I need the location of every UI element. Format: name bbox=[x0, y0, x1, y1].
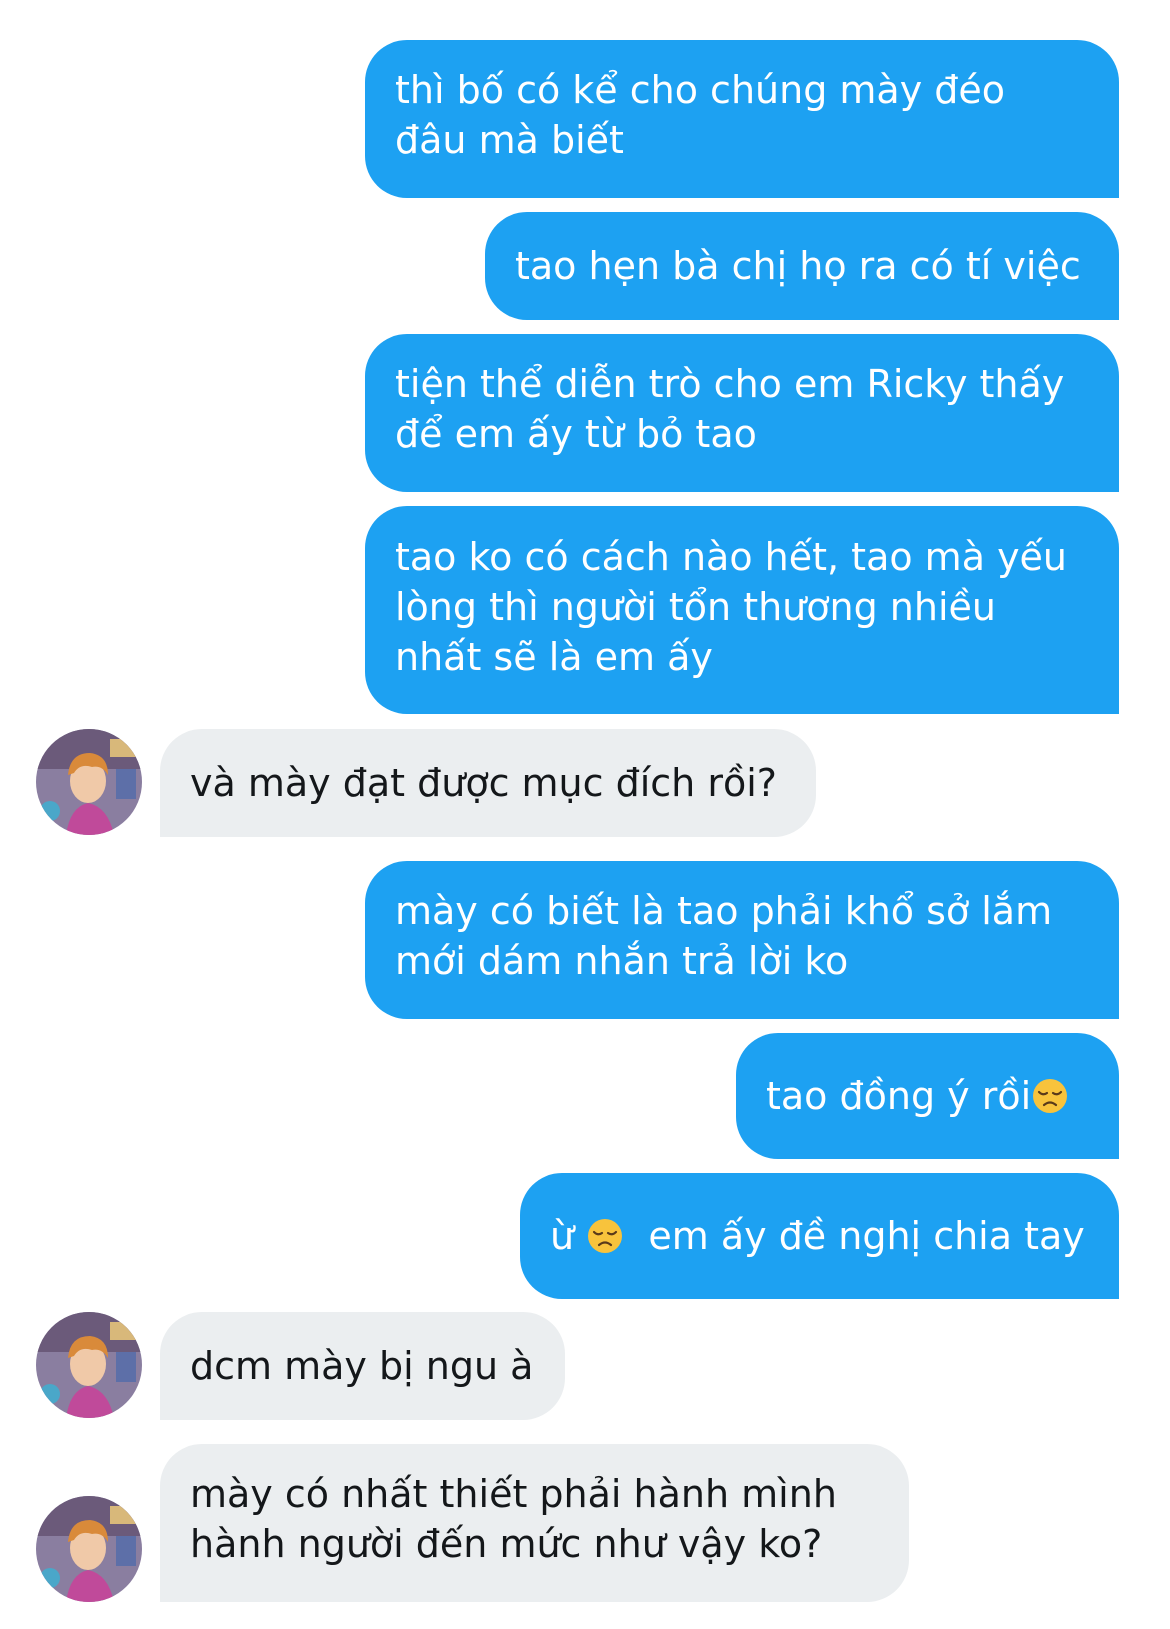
message-line: mày có biết là tao phải khổ sở lắm bbox=[395, 889, 1053, 933]
message-line: nhất sẽ là em ấy bbox=[395, 635, 713, 679]
outgoing-message[interactable]: mày có biết là tao phải khổ sở lắm mới d… bbox=[365, 861, 1119, 1019]
contact-avatar[interactable] bbox=[36, 1496, 142, 1602]
message-text-after: em ấy đề nghị chia tay bbox=[648, 1214, 1085, 1258]
incoming-message[interactable]: mày có nhất thiết phải hành mình hành ng… bbox=[160, 1444, 909, 1602]
message-line: thì bố có kể cho chúng mày đéo bbox=[395, 68, 1006, 112]
message-line: để em ấy từ bỏ tao bbox=[395, 412, 757, 456]
avatar-photo bbox=[36, 1312, 142, 1418]
message-line: tiện thể diễn trò cho em Ricky thấy bbox=[395, 362, 1065, 406]
message-line: và mày đạt được mục đích rồi? bbox=[190, 761, 777, 805]
disappointed-face-icon bbox=[586, 1217, 624, 1255]
outgoing-message[interactable]: tao ko có cách nào hết, tao mà yếu lòng … bbox=[365, 506, 1119, 714]
message-text-before: ừ bbox=[550, 1214, 575, 1258]
message-text: tao đồng ý rồi bbox=[766, 1074, 1032, 1118]
message-line: hành người đến mức như vậy ko? bbox=[190, 1522, 823, 1566]
outgoing-message[interactable]: tao đồng ý rồi bbox=[736, 1033, 1119, 1159]
outgoing-message[interactable]: tiện thể diễn trò cho em Ricky thấy để e… bbox=[365, 334, 1119, 492]
message-line: dcm mày bị ngu à bbox=[190, 1344, 534, 1388]
contact-avatar[interactable] bbox=[36, 1312, 142, 1418]
message-line: mới dám nhắn trả lời ko bbox=[395, 939, 849, 983]
incoming-message[interactable]: dcm mày bị ngu à bbox=[160, 1312, 565, 1420]
message-line: đâu mà biết bbox=[395, 118, 624, 162]
message-line: tao hẹn bà chị họ ra có tí việc bbox=[515, 244, 1081, 288]
outgoing-message[interactable]: thì bố có kể cho chúng mày đéo đâu mà bi… bbox=[365, 40, 1119, 198]
avatar-photo bbox=[36, 729, 142, 835]
disappointed-face-icon bbox=[1031, 1077, 1069, 1115]
incoming-message[interactable]: và mày đạt được mục đích rồi? bbox=[160, 729, 816, 837]
message-line: mày có nhất thiết phải hành mình bbox=[190, 1472, 837, 1516]
message-line: lòng thì người tổn thương nhiều bbox=[395, 585, 996, 629]
contact-avatar[interactable] bbox=[36, 729, 142, 835]
conversation-thread: thì bố có kể cho chúng mày đéo đâu mà bi… bbox=[0, 0, 1170, 1629]
message-line: tao ko có cách nào hết, tao mà yếu bbox=[395, 535, 1068, 579]
outgoing-message[interactable]: tao hẹn bà chị họ ra có tí việc bbox=[485, 212, 1119, 320]
outgoing-message[interactable]: ừ em ấy đề nghị chia tay bbox=[520, 1173, 1119, 1299]
avatar-photo bbox=[36, 1496, 142, 1602]
